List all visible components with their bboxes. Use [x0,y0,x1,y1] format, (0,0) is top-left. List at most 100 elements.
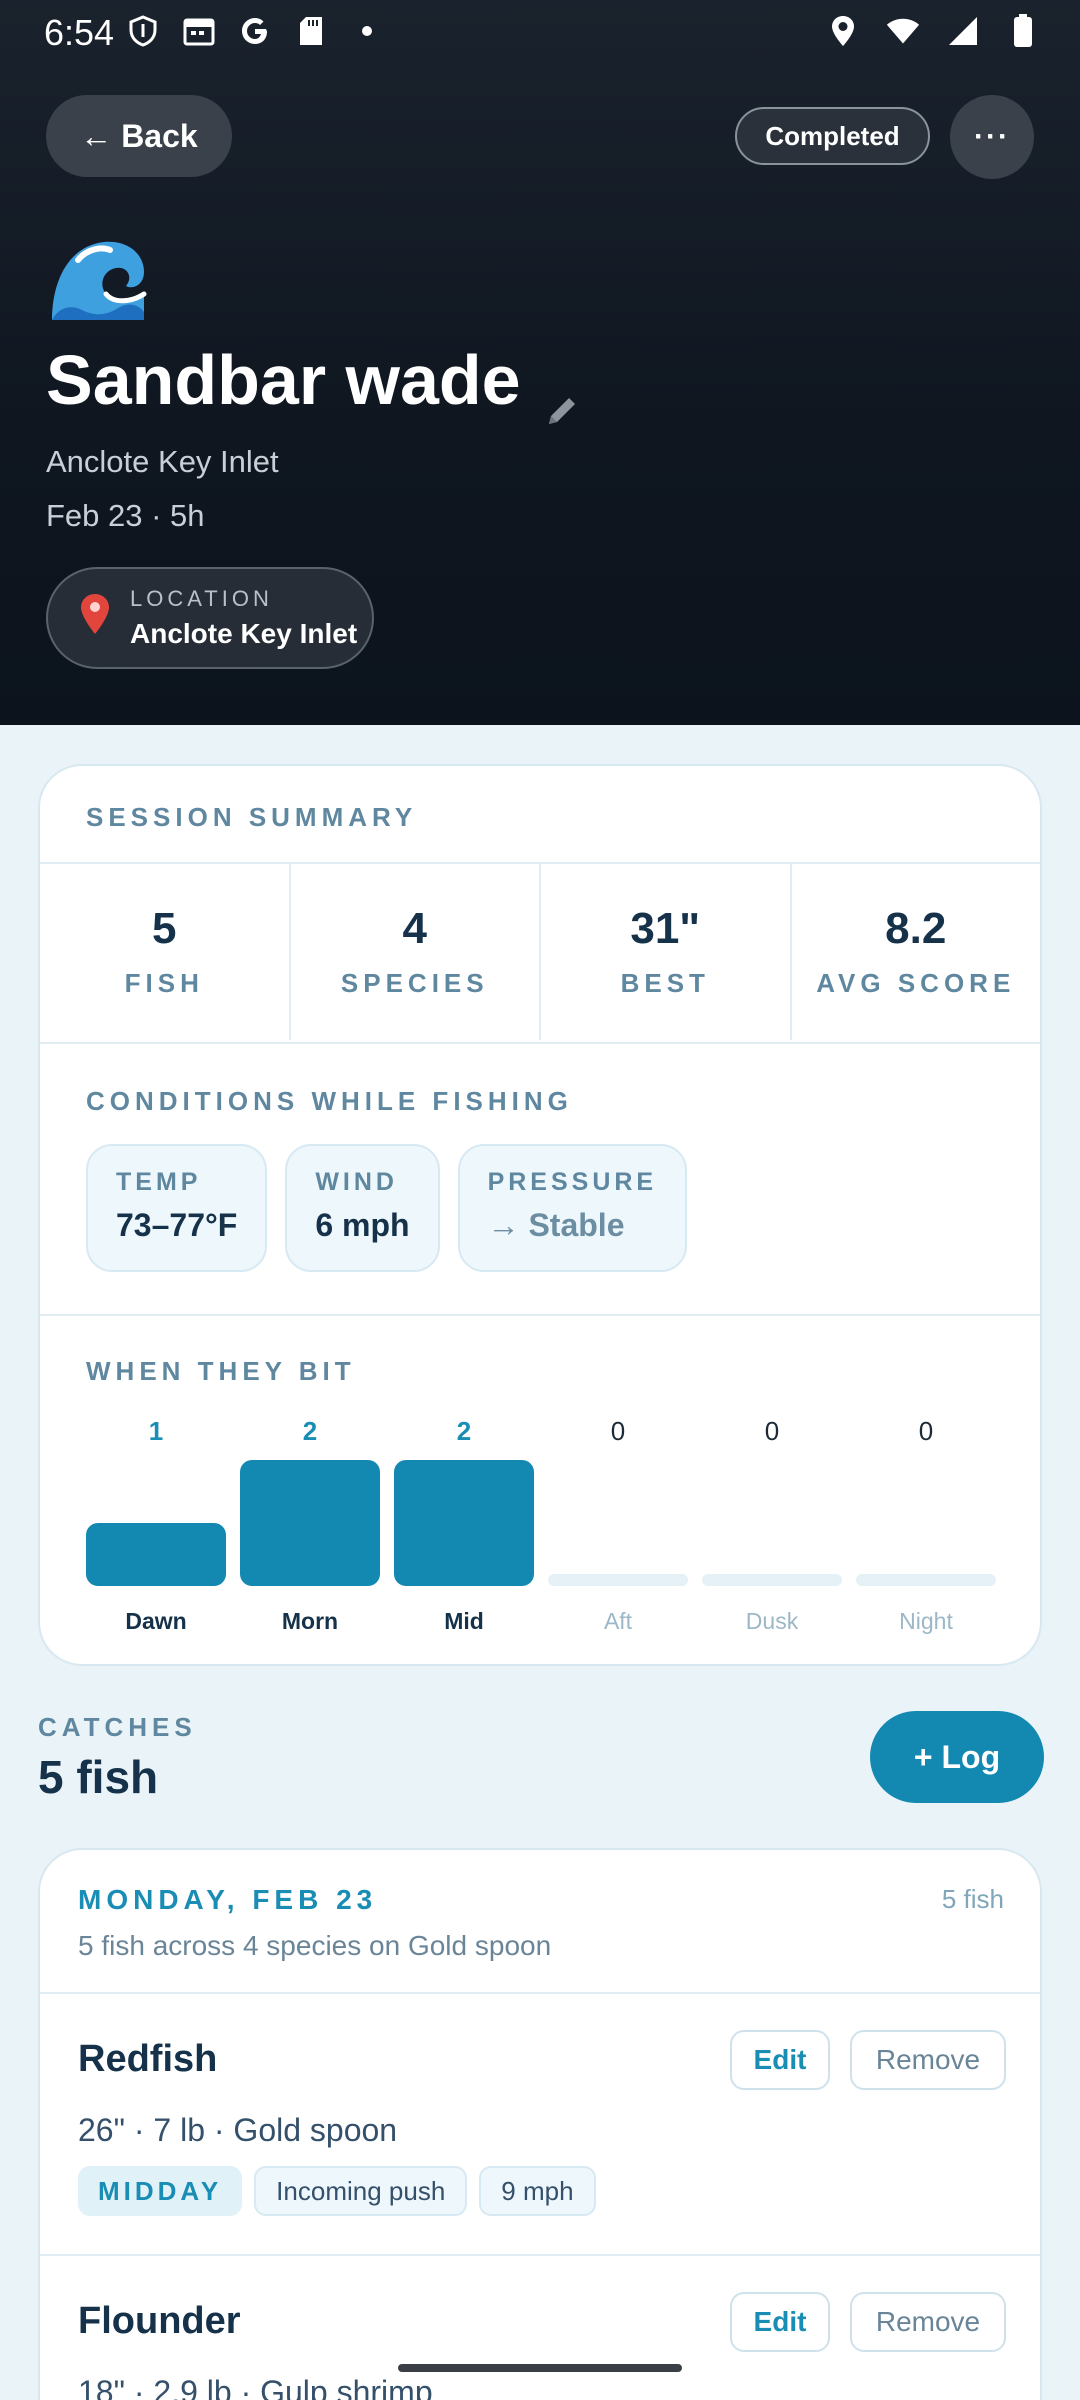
notification-dot-icon [350,14,384,48]
stat-label: FISH [124,967,204,998]
status-time: 6:54 [44,12,115,53]
day-description: 5 fish across 4 species on Gold spoon [78,1930,552,1961]
condition-value: → Stable [487,1207,625,1243]
condition-value: 73–77°F [116,1207,238,1243]
status-bar: 6:54 [0,0,1080,64]
bite-bar-column: 0 Night [856,1416,996,1636]
bite-bar-column: 2 Mid [394,1416,534,1636]
bite-time-chart: 1 Dawn 2 Morn 2 Mid 0 Aft 0 Dusk 0 Night [86,1416,998,1636]
day-count: 5 fish [941,1884,1004,1914]
catch-list-card: MONDAY, FEB 23 5 fish 5 fish across 4 sp… [38,1848,1042,2400]
stat-species: 4 SPECIES [291,862,541,1040]
divider [40,1042,1040,1044]
bite-time-label: Dusk [745,1608,799,1634]
bite-time-label: Night [899,1608,953,1634]
condition-label: TEMP [116,1168,202,1196]
remove-button[interactable]: Remove [850,2292,1006,2352]
stat-label: BEST [620,967,710,998]
divider [40,1314,1040,1316]
stat-label: SPECIES [340,967,489,998]
stat-value: 5 [152,903,177,953]
catch-item[interactable]: Flounder Edit Remove 18" · 2.9 lb · Gulp… [40,2256,1040,2400]
wave-icon [48,232,148,324]
home-indicator[interactable] [398,2364,682,2372]
catch-meta: 26" · 7 lb · Gold spoon [78,2112,398,2148]
wifi-icon [886,14,920,48]
session-subtitle: Anclote Key Inlet [46,444,279,479]
map-pin-icon [78,592,112,645]
catch-species: Redfish [78,2038,218,2080]
log-catch-button[interactable]: + Log [870,1711,1044,1803]
bite-count-label: 0 [764,1416,780,1446]
stats-row: 5 FISH 4 SPECIES 31" BEST 8.2 AVG SCORE [40,862,1040,1040]
bite-time-label: Dawn [125,1608,187,1634]
catch-species: Flounder [78,2300,241,2342]
condition-wind: WIND 6 mph [285,1144,440,1272]
session-header: 6:54 ← Back Completed ··· Sandbar wade A… [0,0,1080,725]
bite-count-label: 2 [302,1416,318,1446]
session-title: Sandbar wade [46,341,521,419]
condition-label: PRESSURE [487,1168,658,1196]
catch-tags: MIDDAY Incoming push 9 mph [78,2166,596,2216]
condition-pressure: PRESSURE → Stable [457,1144,688,1272]
bite-count-label: 2 [456,1416,472,1446]
stat-value: 31" [630,903,701,953]
google-icon [238,14,272,48]
bite-count-label: 1 [148,1416,164,1446]
bite-bar [548,1574,688,1586]
bite-time-label: Morn [281,1608,339,1634]
stat-best: 31" BEST [541,862,792,1040]
bite-count-label: 0 [610,1416,626,1446]
bite-time-section-label: WHEN THEY BIT [86,1356,356,1386]
bite-bar-column: 1 Dawn [86,1416,226,1636]
edit-button[interactable]: Edit [730,2292,830,2352]
sd-card-icon [294,14,328,48]
stat-value: 8.2 [885,903,947,953]
summary-section-label: SESSION SUMMARY [86,802,418,832]
location-icon [826,14,860,48]
remove-button[interactable]: Remove [850,2030,1006,2090]
session-meta: Feb 23 · 5h [46,498,205,533]
wind-tag: 9 mph [479,2166,596,2216]
stat-label: AVG SCORE [816,967,1016,998]
stat-value: 4 [402,903,427,953]
bite-bar [240,1460,380,1586]
stat-fish: 5 FISH [40,862,291,1040]
back-button[interactable]: ← Back [46,95,232,177]
bite-time-label: Aft [603,1608,633,1634]
location-label: LOCATION [130,586,273,611]
bite-bar [394,1460,534,1586]
shield-icon [126,14,160,48]
bite-time-label: Mid [444,1608,484,1634]
edit-button[interactable]: Edit [730,2030,830,2090]
stat-avg-score: 8.2 AVG SCORE [792,862,1041,1040]
more-options-button[interactable]: ··· [950,95,1034,179]
bite-bar-column: 0 Dusk [702,1416,842,1636]
bite-bar [702,1574,842,1586]
bite-bar-column: 0 Aft [548,1416,688,1636]
condition-value: 6 mph [315,1207,410,1243]
battery-icon [1006,14,1040,48]
catch-item[interactable]: Redfish Edit Remove 26" · 7 lb · Gold sp… [40,1994,1040,2252]
bite-bar-column: 2 Morn [240,1416,380,1636]
bite-bar [856,1574,996,1586]
signal-icon [946,14,980,48]
bite-bar [86,1523,226,1586]
day-label: MONDAY, FEB 23 [78,1884,378,1915]
session-summary-card: SESSION SUMMARY 5 FISH 4 SPECIES 31" BES… [38,764,1042,1666]
condition-temp: TEMP 73–77°F [86,1144,268,1272]
catches-count: 5 fish [38,1751,159,1803]
location-value: Anclote Key Inlet [130,618,358,649]
conditions-section-label: CONDITIONS WHILE FISHING [86,1086,573,1116]
calendar-icon [182,14,216,48]
edit-title-pencil-icon[interactable] [543,366,581,424]
condition-label: WIND [315,1168,398,1196]
location-pill[interactable]: LOCATION Anclote Key Inlet [46,567,374,669]
time-of-day-tag: MIDDAY [78,2166,243,2216]
bite-count-label: 0 [918,1416,934,1446]
status-badge: Completed [735,107,930,165]
tide-tag: Incoming push [254,2166,468,2216]
catch-meta: 18" · 2.9 lb · Gulp shrimp [78,2374,433,2400]
catches-section-label: CATCHES [38,1712,197,1742]
conditions-row: TEMP 73–77°F WIND 6 mph PRESSURE → Stabl… [86,1144,688,1272]
